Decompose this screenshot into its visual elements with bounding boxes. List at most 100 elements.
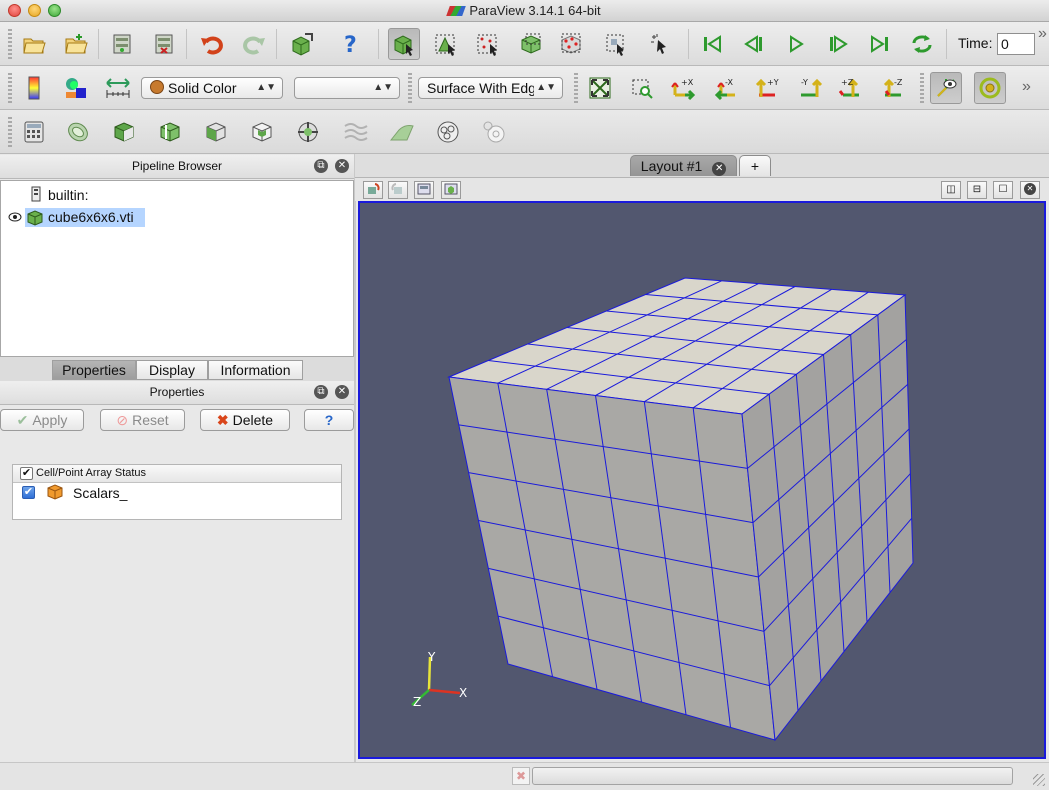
properties-help-button[interactable]: ? (304, 409, 354, 431)
threshold-filter-button[interactable] (200, 116, 232, 148)
play-button[interactable] (780, 28, 812, 60)
clip-filter-button[interactable] (108, 116, 140, 148)
group-datasets-filter-button[interactable] (432, 116, 464, 148)
warp-by-vector-filter-button[interactable] (386, 116, 418, 148)
view-settings-button[interactable] (441, 181, 461, 199)
visibility-eye-icon[interactable] (8, 211, 22, 225)
disconnect-button[interactable] (148, 28, 180, 60)
extract-subset-filter-button[interactable] (246, 116, 278, 148)
view-positive-y-button[interactable]: +Y (752, 72, 784, 104)
axis-arrows-icon: -X (714, 78, 735, 101)
undock-icon[interactable]: ⧉ (314, 159, 328, 173)
pipeline-browser: builtin: cube6x6x6.vti (0, 180, 354, 357)
tab-display[interactable]: Display (136, 360, 208, 380)
axis-label: +Y (767, 78, 779, 87)
toolbar-grip[interactable] (8, 117, 12, 147)
axis-label: -Z (894, 78, 903, 87)
tab-properties[interactable]: Properties (52, 360, 136, 380)
resize-grip-icon[interactable] (1033, 774, 1045, 786)
next-frame-button[interactable] (822, 28, 854, 60)
slice-filter-button[interactable] (154, 116, 186, 148)
previous-frame-button[interactable] (738, 28, 770, 60)
view-positive-z-button[interactable]: +Z (836, 72, 868, 104)
add-layout-tab-button[interactable]: + (739, 155, 771, 176)
reset-button[interactable]: ⊘ Reset (100, 409, 185, 431)
calculator-filter-button[interactable] (18, 116, 50, 148)
color-map-editor-button[interactable] (18, 72, 50, 104)
view-negative-z-button[interactable]: -Z (878, 72, 910, 104)
open-recent-button[interactable] (60, 28, 92, 60)
pipeline-item-cube: cube6x6x6.vti (48, 209, 134, 225)
render-view[interactable]: Y X Z (358, 201, 1046, 759)
abort-icon[interactable]: ✖ (512, 767, 530, 785)
zoom-to-box-button[interactable] (626, 72, 658, 104)
tab-information[interactable]: Information (208, 360, 303, 380)
time-input[interactable]: 0 (997, 33, 1035, 55)
tab-layout-1[interactable]: Layout #1 ✕ (630, 155, 737, 176)
progress-bar (532, 767, 1013, 785)
toolbar-grip[interactable] (408, 73, 412, 103)
array-checkbox-scalars[interactable]: ✔ (22, 486, 35, 499)
close-view-button[interactable]: ✕ (1020, 181, 1040, 199)
undo-button[interactable] (196, 28, 228, 60)
reset-camera-button[interactable] (584, 72, 616, 104)
change-input-button[interactable] (286, 28, 318, 60)
color-by-select[interactable]: Solid Color ▲▼ (141, 77, 283, 99)
apply-button[interactable]: ✔ Apply (0, 409, 84, 431)
view-positive-x-button[interactable]: +X (668, 72, 700, 104)
select-cells-through-button[interactable] (516, 28, 548, 60)
connect-button[interactable] (106, 28, 138, 60)
svg-text:?: ? (344, 33, 357, 55)
contour-filter-button[interactable] (62, 116, 94, 148)
loop-icon (912, 35, 932, 53)
toolbar-grip[interactable] (920, 73, 924, 103)
camera-redo-button[interactable] (388, 181, 408, 199)
interactive-select-button[interactable] (644, 28, 676, 60)
panel-splitter[interactable] (354, 154, 356, 762)
connect-server-icon (113, 34, 131, 54)
representation-select[interactable]: Surface With Edges ▲▼ (418, 77, 563, 99)
capture-view-button[interactable] (414, 181, 434, 199)
rotation-center-button[interactable] (974, 72, 1006, 104)
toolbar-grip[interactable] (8, 73, 12, 103)
color-legend-toggle-button[interactable] (60, 72, 92, 104)
first-frame-button[interactable] (696, 28, 728, 60)
show-center-button[interactable] (930, 72, 962, 104)
close-tab-icon[interactable]: ✕ (712, 162, 727, 176)
select-cells-on-button[interactable] (430, 28, 462, 60)
open-file-button[interactable] (18, 28, 50, 60)
extract-level-filter-button[interactable] (478, 116, 510, 148)
apply-label: Apply (32, 412, 68, 428)
undock-icon[interactable]: ⧉ (314, 385, 328, 399)
help-button[interactable]: ? (334, 28, 366, 60)
select-block-button[interactable] (600, 28, 632, 60)
header-checkbox[interactable]: ✔ (20, 467, 33, 480)
rescale-range-button[interactable] (102, 72, 134, 104)
split-horizontal-button[interactable]: ◫ (941, 181, 961, 199)
axis-arrows-icon: -Z (883, 78, 903, 97)
view-negative-y-button[interactable]: -Y (794, 72, 826, 104)
delete-button[interactable]: ✖ Delete (200, 409, 290, 431)
pipeline-item-cube-row[interactable]: cube6x6x6.vti (25, 208, 145, 227)
view-cube-icon (444, 183, 458, 195)
select-points-on-button[interactable] (472, 28, 504, 60)
component-select[interactable]: ▲▼ (294, 77, 400, 99)
toolbar-overflow-button[interactable]: » (1038, 25, 1047, 43)
toolbar-grip[interactable] (8, 29, 12, 59)
view-negative-x-button[interactable]: -X (710, 72, 742, 104)
last-frame-button[interactable] (864, 28, 896, 60)
redo-button[interactable] (238, 28, 270, 60)
close-panel-icon[interactable]: ✕ (335, 385, 349, 399)
loop-button[interactable] (906, 28, 938, 60)
toolbar-grip[interactable] (574, 73, 578, 103)
maximize-view-button[interactable]: ☐ (993, 181, 1013, 199)
camera-undo-button[interactable] (363, 181, 383, 199)
close-panel-icon[interactable]: ✕ (335, 159, 349, 173)
split-vertical-button[interactable]: ⊟ (967, 181, 987, 199)
select-points-through-button[interactable] (556, 28, 588, 60)
interact-mode-button[interactable] (388, 28, 420, 60)
pipeline-item-builtin[interactable]: builtin: (48, 187, 88, 203)
toolbar-overflow-button[interactable]: » (1022, 78, 1031, 96)
glyph-filter-button[interactable] (292, 116, 324, 148)
stream-tracer-filter-button[interactable] (340, 116, 372, 148)
